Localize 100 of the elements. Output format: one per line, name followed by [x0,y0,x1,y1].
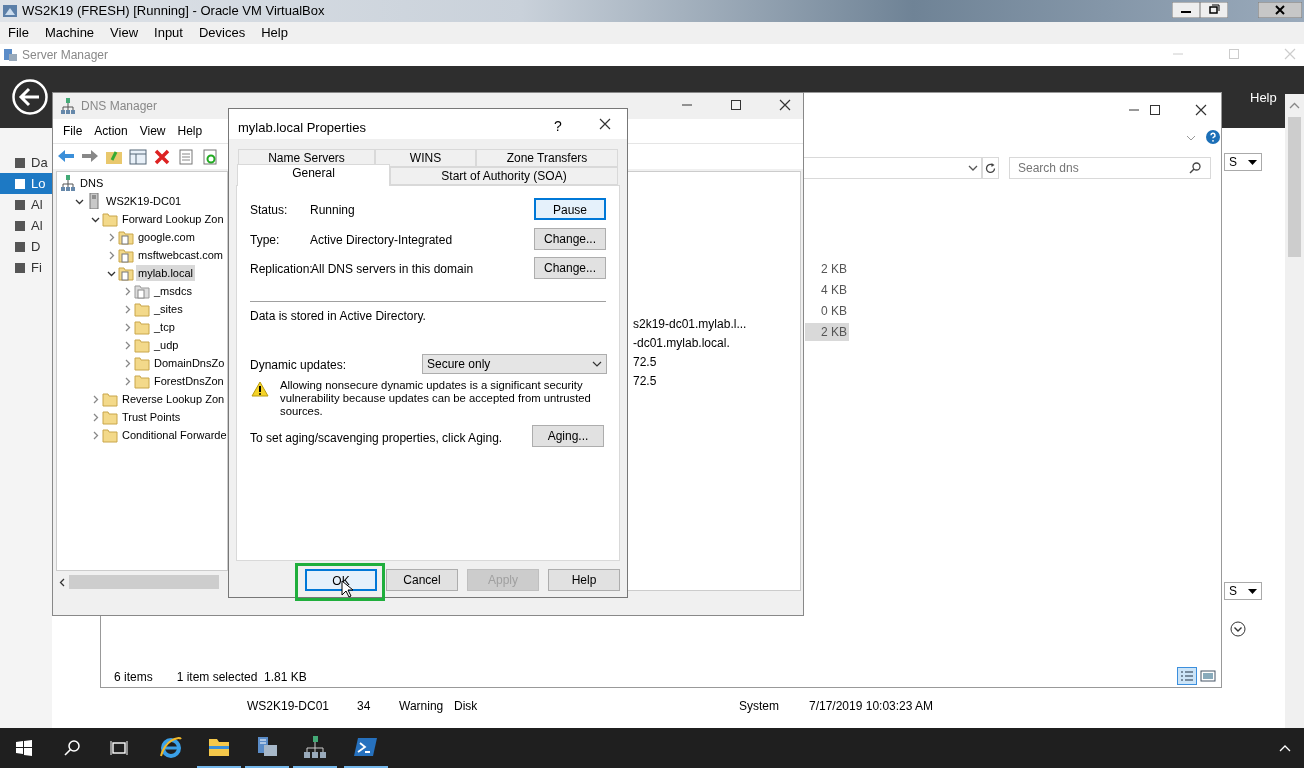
menu-item[interactable]: Action [88,122,134,140]
details-view-icon[interactable] [1177,667,1197,685]
tree-item[interactable]: Reverse Lookup Zon [120,390,227,408]
expand-icon[interactable] [1230,621,1246,637]
nav-item[interactable]: D [0,236,52,257]
table-cell-text: 34 [357,698,371,715]
properties-icon[interactable] [177,147,195,166]
refresh-button[interactable] [981,157,999,179]
start-icon[interactable] [16,740,32,756]
table-cell-text: s2k19-dc01.mylab.l... [633,316,747,333]
field-value: All DNS servers in this domain [311,261,474,278]
nav-item[interactable]: Al [0,194,52,215]
delete-icon[interactable] [153,147,171,166]
scroll-thumb[interactable] [1288,117,1301,257]
help-icon[interactable] [1206,130,1220,144]
folder-icon [134,337,150,353]
tab[interactable]: WINS [375,149,476,167]
large-icons-view-icon[interactable] [1200,669,1216,683]
table-cell-text: Warning [399,698,444,715]
menu-item[interactable]: Help [253,23,296,43]
field-value: Active Directory-Integrated [310,232,453,249]
tab[interactable]: Zone Transfers [476,149,618,167]
field-label: Type: [250,232,280,249]
dropdown[interactable]: S [1224,582,1262,600]
tab[interactable]: Start of Authority (SOA) [390,167,618,185]
tree-item[interactable]: DomainDnsZo [152,354,227,372]
maximize-icon[interactable] [1149,104,1161,116]
refresh-icon[interactable] [201,147,219,166]
menu-item[interactable]: Help [1250,88,1277,108]
table-cell-text: 0 KB [820,303,848,320]
view-pane-icon[interactable] [129,147,147,166]
nav-icon [14,219,26,232]
tree-item[interactable]: Conditional Forwarde [120,426,229,444]
action-button[interactable]: Change... [534,228,606,250]
action-button[interactable]: Change... [534,257,606,279]
close-icon[interactable] [599,118,611,130]
folder-icon [118,229,134,245]
folder-icon [102,409,118,425]
action-button[interactable]: Pause [534,198,606,220]
nav-icon [14,177,26,190]
menu-item[interactable]: File [0,23,37,43]
minimize-icon[interactable] [1172,2,1200,18]
task-view-icon[interactable] [110,740,128,756]
nav-item[interactable]: Lo [0,173,52,194]
tree-item[interactable]: _msdcs [152,282,194,300]
maximize-icon[interactable] [730,99,742,111]
scrollbar[interactable] [1285,94,1304,728]
tree-item[interactable]: Forward Lookup Zon [120,210,226,228]
restore-icon[interactable] [1200,2,1228,18]
caret-icon [968,165,978,171]
tree-item[interactable]: DNS [78,174,106,192]
nav-item[interactable]: Fi [0,257,52,278]
folder-icon [134,373,150,389]
close-icon[interactable] [779,99,791,111]
caret-icon [1248,588,1257,594]
tree-item[interactable]: _sites [152,300,185,318]
tab[interactable]: General [237,164,390,186]
tree-item[interactable]: ForestDnsZon [152,372,226,390]
scroll-thumb[interactable] [69,575,219,589]
tree-item[interactable]: WS2K19-DC01 [104,192,184,210]
caret-icon [1248,159,1257,165]
menu-item[interactable]: View [102,23,147,43]
dialog-button[interactable]: OK [305,569,377,591]
back-icon[interactable] [12,79,48,115]
tree-item[interactable]: google.com [136,228,197,246]
dns-icon [61,98,75,114]
folder-icon [102,391,118,407]
folder-icon [134,355,150,371]
dialog-button[interactable]: Help [548,569,620,591]
scroll-up-icon [1289,102,1300,109]
tree-item[interactable]: _tcp [152,318,177,336]
nav-item[interactable]: Da [0,152,52,173]
menu-item[interactable]: Help [171,122,209,140]
table-cell-text: 72.5 [633,354,657,371]
help-button[interactable]: ? [554,116,562,137]
tree-item[interactable]: _udp [152,336,181,354]
nav-item[interactable]: Al [0,215,52,236]
refresh-icon [984,162,996,174]
menu-item[interactable]: View [133,122,172,140]
tree-item[interactable]: mylab.local [136,264,196,282]
browser-icon [159,736,183,760]
dropdown[interactable]: S [1224,153,1262,171]
tree-item[interactable]: Trust Points [120,408,183,426]
terminal-icon [354,735,378,759]
close-icon[interactable] [1258,2,1302,18]
dialog-button[interactable]: Cancel [386,569,458,591]
search-icon[interactable] [64,740,80,756]
search-field[interactable]: Search dns [1009,157,1211,179]
close-icon[interactable] [1195,104,1207,116]
menu-item[interactable]: File [57,122,89,140]
chevron-up-icon[interactable] [1279,744,1291,752]
menu-item[interactable]: Machine [36,23,103,43]
nav-icon [14,198,26,211]
menu-item[interactable]: Input [146,23,191,43]
aging-button[interactable]: Aging... [532,425,604,447]
table-cell-text: -dc01.mylab.local. [633,335,730,352]
tree-item[interactable]: msftwebcast.com [136,246,225,264]
nav-icon [14,156,26,169]
dropdown[interactable]: Secure only [422,354,607,374]
menu-item[interactable]: Devices [190,23,254,43]
